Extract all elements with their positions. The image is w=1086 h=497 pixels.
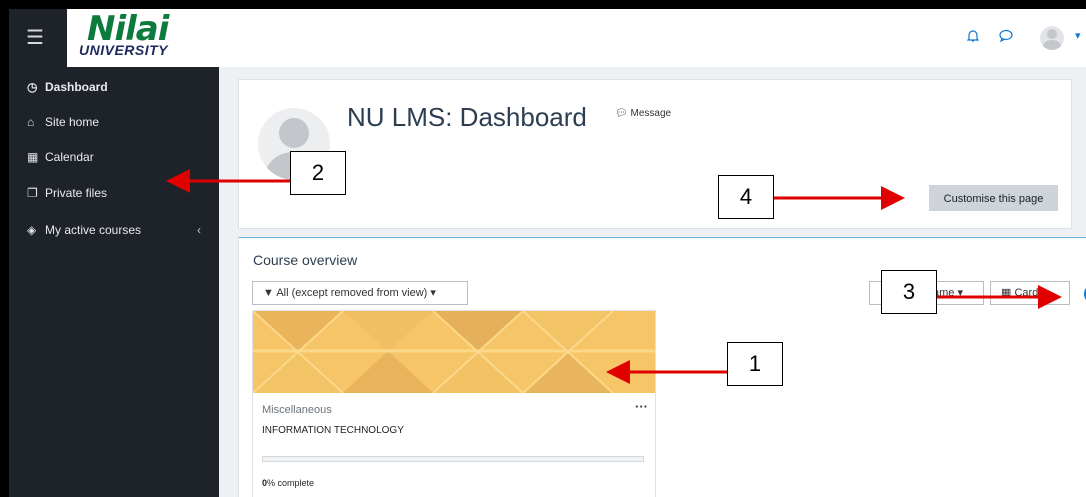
more-options-icon[interactable]: ··· <box>635 399 648 414</box>
user-avatar-icon[interactable] <box>1040 26 1064 50</box>
block-title: Course overview <box>253 252 358 268</box>
home-icon: ⌂ <box>27 115 35 129</box>
sidebar-item-label: Dashboard <box>45 80 108 94</box>
logo-subtitle: UNIVERSITY <box>79 42 169 58</box>
hamburger-icon[interactable]: ☰ <box>9 9 67 67</box>
sidebar-item-my-active-courses[interactable]: ◈ My active courses <box>27 223 141 237</box>
annotation-callout-4: 4 <box>718 175 774 219</box>
annotation-callout-1: 1 <box>727 342 783 386</box>
customise-page-button[interactable]: Customise this page <box>929 185 1058 211</box>
course-name[interactable]: INFORMATION TECHNOLOGY <box>262 425 404 436</box>
progress-suffix: % complete <box>267 478 315 488</box>
chevron-left-icon[interactable]: ‹ <box>197 223 201 237</box>
course-progress-bar <box>262 456 644 462</box>
progress-text: 0% complete <box>262 478 314 488</box>
course-image[interactable] <box>253 311 655 393</box>
grid-icon: ▦ <box>1001 287 1012 299</box>
sidebar-item-site-home[interactable]: ⌂ Site home <box>27 115 99 129</box>
sidebar-item-calendar[interactable]: ▦ Calendar <box>27 150 94 164</box>
sidebar-item-label: Calendar <box>45 150 94 164</box>
course-category: Miscellaneous <box>262 404 332 416</box>
bell-icon[interactable] <box>966 29 980 46</box>
caret-down-icon[interactable]: ▾ <box>1075 29 1081 42</box>
page-header: NU LMS: Dashboard 💬︎ Message Customise t… <box>238 79 1072 229</box>
view-mode-dropdown[interactable]: ▦ Card <box>990 281 1070 305</box>
course-filter-dropdown[interactable]: ▼ All (except removed from view) ▾ <box>252 281 468 305</box>
sidebar-item-label: My active courses <box>45 223 142 237</box>
chevron-down-icon: ▾ <box>957 287 963 299</box>
course-overview-block: Course overview ▼ All (except removed fr… <box>238 237 1086 497</box>
chat-icon: 💬︎ <box>615 108 628 119</box>
message-link[interactable]: 💬︎ Message <box>615 108 671 119</box>
chevron-down-icon: ▾ <box>430 287 436 299</box>
app-window: ☰ Nilai UNIVERSITY ▾ ◷ Dashboard ⌂ Site ho… <box>9 9 1086 497</box>
page-title: NU LMS: Dashboard <box>347 102 587 132</box>
filter-icon: ▼ <box>263 287 274 299</box>
sidebar-item-dashboard[interactable]: ◷ Dashboard <box>27 80 108 94</box>
message-label: Message <box>630 108 672 119</box>
view-label: Card <box>1014 287 1039 299</box>
sidebar-item-label: Site home <box>45 115 100 129</box>
course-card[interactable]: Miscellaneous ··· INFORMATION TECHNOLOGY… <box>252 310 656 497</box>
gauge-icon: ◷ <box>27 80 38 94</box>
graduation-cap-icon: ◈ <box>27 223 37 237</box>
calendar-icon: ▦ <box>27 150 39 164</box>
annotation-callout-3: 3 <box>881 270 937 314</box>
filter-label: All (except removed from view) <box>276 287 428 299</box>
sidebar-item-label: Private files <box>45 186 108 200</box>
annotation-callout-2: 2 <box>290 151 346 195</box>
top-navbar: ☰ Nilai UNIVERSITY ▾ <box>9 9 1086 67</box>
files-icon: ❐ <box>27 186 38 200</box>
university-logo[interactable]: Nilai UNIVERSITY <box>79 9 189 61</box>
sidebar-item-private-files[interactable]: ❐ Private files <box>27 186 107 200</box>
chat-icon[interactable] <box>999 29 1013 45</box>
sidebar: ◷ Dashboard ⌂ Site home ▦ Calendar ❐ Private… <box>9 67 219 497</box>
